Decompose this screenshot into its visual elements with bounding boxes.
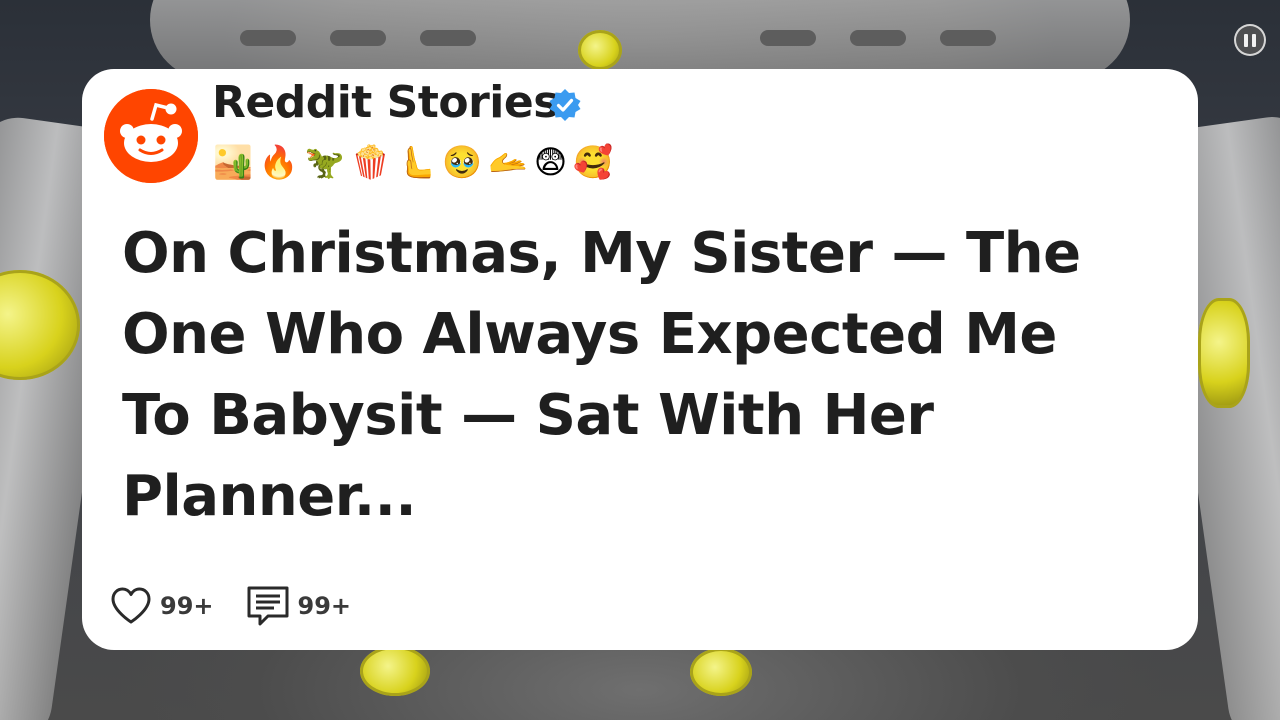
- background-coin: [578, 30, 622, 70]
- background-coin: [360, 646, 430, 696]
- comment-count: 99+: [297, 592, 352, 620]
- heart-icon: [111, 587, 151, 624]
- emoji-row: 🏜️ 🔥 🦖 🍿 🫷 🥹 🫴 😨 🥰: [213, 137, 613, 187]
- background-slot: [940, 30, 996, 46]
- emoji: 🦖: [304, 143, 345, 181]
- reddit-alien-icon: [104, 89, 198, 183]
- comment-button[interactable]: 99+: [246, 585, 352, 627]
- engagement-bar: 99+ 99+: [110, 582, 383, 630]
- emoji: 🔥: [258, 143, 299, 181]
- background-coin: [690, 648, 752, 696]
- story-title: On Christmas, My Sister — The One Who Al…: [122, 221, 1081, 529]
- emoji: 🫷: [396, 143, 437, 181]
- video-frame: Reddit Stories 🏜️ 🔥 🦖 🍿 🫷 🥹 🫴 😨 🥰 On Chr…: [0, 0, 1280, 720]
- background-slot: [240, 30, 296, 46]
- pause-icon: [1252, 33, 1256, 47]
- emoji: 🍿: [350, 143, 391, 181]
- story-card: Reddit Stories 🏜️ 🔥 🦖 🍿 🫷 🥹 🫴 😨 🥰 On Chr…: [82, 69, 1198, 650]
- verified-badge-icon: [548, 88, 582, 122]
- channel-name[interactable]: Reddit Stories: [212, 77, 559, 128]
- emoji: 🫴: [488, 143, 528, 181]
- emoji: 🥹: [442, 143, 483, 181]
- background-slot: [420, 30, 476, 46]
- like-button[interactable]: 99+: [110, 586, 214, 626]
- emoji: 🏜️: [213, 143, 253, 181]
- pause-icon: [1244, 33, 1248, 47]
- emoji: 😨: [533, 143, 568, 181]
- background-slot: [850, 30, 906, 46]
- channel-avatar[interactable]: [104, 89, 198, 183]
- background-coin: [1198, 298, 1250, 408]
- like-count: 99+: [160, 592, 214, 620]
- background-slot: [330, 30, 386, 46]
- emoji: 🥰: [573, 143, 614, 181]
- pause-button[interactable]: [1234, 24, 1266, 56]
- comment-icon: [247, 586, 289, 626]
- background-slot: [760, 30, 816, 46]
